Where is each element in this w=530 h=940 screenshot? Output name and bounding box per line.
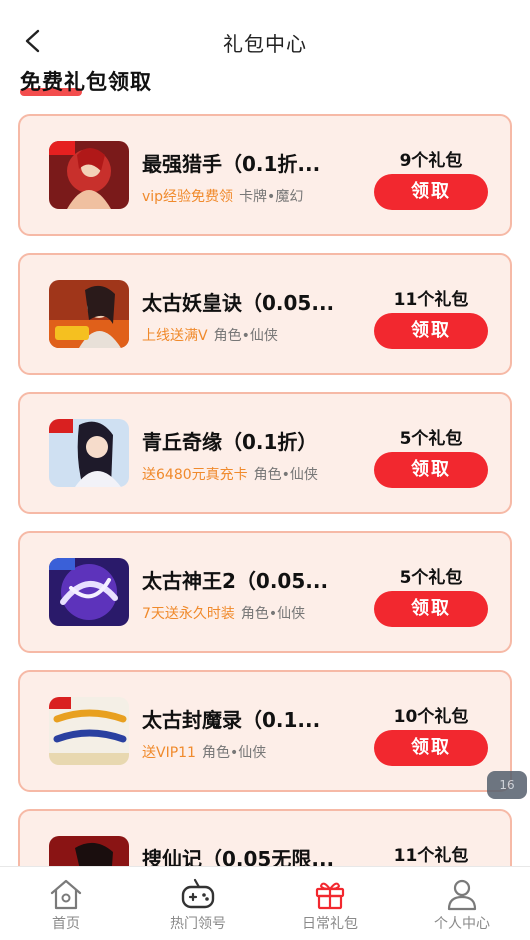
gift-count: 5个礼包 xyxy=(399,568,463,588)
game-icon xyxy=(49,419,129,487)
claim-button[interactable]: 领取 xyxy=(374,730,488,766)
claim-button[interactable]: 领取 xyxy=(374,591,488,627)
game-subtitle: 送6480元真充卡 角色•仙侠 xyxy=(142,464,318,484)
tab-label: 首页 xyxy=(52,916,80,932)
section-title: 免费礼包领取 xyxy=(20,70,152,94)
gift-count: 11个礼包 xyxy=(393,846,469,866)
game-icon xyxy=(49,280,129,348)
game-icon xyxy=(49,558,129,626)
claim-button[interactable]: 领取 xyxy=(374,174,488,210)
promo-text: 上线送满V xyxy=(142,328,208,344)
gift-icon xyxy=(315,882,345,910)
gift-count: 10个礼包 xyxy=(393,707,469,727)
game-name: 最强猎手（0.1折... xyxy=(142,152,321,176)
gift-card[interactable]: 最强猎手（0.1折... vip经验免费领 卡牌•魔幻 9个礼包 领取 xyxy=(18,114,512,236)
game-subtitle: vip经验免费领 卡牌•魔幻 xyxy=(142,186,303,206)
tab-daily-gifts[interactable]: 日常礼包 xyxy=(264,867,396,940)
tab-label: 热门领号 xyxy=(170,916,226,932)
gift-card[interactable]: 太古封魔录（0.1... 送VIP11 角色•仙侠 10个礼包 领取 xyxy=(18,670,512,792)
gift-count: 11个礼包 xyxy=(393,290,469,310)
game-tags: 角色•仙侠 xyxy=(213,328,278,344)
game-tags: 角色•仙侠 xyxy=(240,606,306,622)
tab-hot-accounts[interactable]: 热门领号 xyxy=(132,867,264,940)
tab-label: 个人中心 xyxy=(434,916,490,932)
game-name: 太古神王2（0.05... xyxy=(142,569,329,593)
tab-home[interactable]: 首页 xyxy=(0,867,132,940)
game-tags: 角色•仙侠 xyxy=(201,745,267,761)
game-icon xyxy=(49,697,129,765)
promo-text: 送6480元真充卡 xyxy=(142,467,248,483)
gift-count: 5个礼包 xyxy=(399,429,463,449)
gamepad-icon xyxy=(181,878,215,909)
tab-label: 日常礼包 xyxy=(302,916,358,932)
bottom-tab-bar: 首页 热门领号 日常礼包 个人中心 xyxy=(0,866,530,940)
promo-text: 7天送永久时装 xyxy=(142,606,235,622)
game-tags: 卡牌•魔幻 xyxy=(239,189,304,205)
gift-count: 9个礼包 xyxy=(399,151,463,171)
gift-list: 最强猎手（0.1折... vip经验免费领 卡牌•魔幻 9个礼包 领取 太古妖皇诀… xyxy=(18,114,512,940)
game-subtitle: 7天送永久时装 角色•仙侠 xyxy=(142,603,305,623)
home-icon xyxy=(50,879,82,910)
gift-card[interactable]: 太古神王2（0.05... 7天送永久时装 角色•仙侠 5个礼包 领取 xyxy=(18,531,512,653)
game-name: 青丘奇缘（0.1折） xyxy=(142,430,318,454)
game-subtitle: 上线送满V 角色•仙侠 xyxy=(142,325,278,345)
game-name: 太古妖皇诀（0.05... xyxy=(142,291,335,315)
claim-button[interactable]: 领取 xyxy=(374,313,488,349)
page-indicator[interactable]: 16 xyxy=(487,771,527,799)
promo-text: 送VIP11 xyxy=(142,745,196,761)
page-title: 礼包中心 xyxy=(223,32,307,56)
promo-text: vip经验免费领 xyxy=(142,189,234,205)
game-subtitle: 送VIP11 角色•仙侠 xyxy=(142,742,266,762)
game-icon xyxy=(49,141,129,209)
user-icon xyxy=(447,879,477,911)
claim-button[interactable]: 领取 xyxy=(374,452,488,488)
tab-profile[interactable]: 个人中心 xyxy=(396,867,528,940)
gift-card[interactable]: 太古妖皇诀（0.05... 上线送满V 角色•仙侠 11个礼包 领取 xyxy=(18,253,512,375)
gift-card[interactable]: 青丘奇缘（0.1折） 送6480元真充卡 角色•仙侠 5个礼包 领取 xyxy=(18,392,512,514)
game-name: 太古封魔录（0.1... xyxy=(142,708,321,732)
game-tags: 角色•仙侠 xyxy=(253,467,318,483)
